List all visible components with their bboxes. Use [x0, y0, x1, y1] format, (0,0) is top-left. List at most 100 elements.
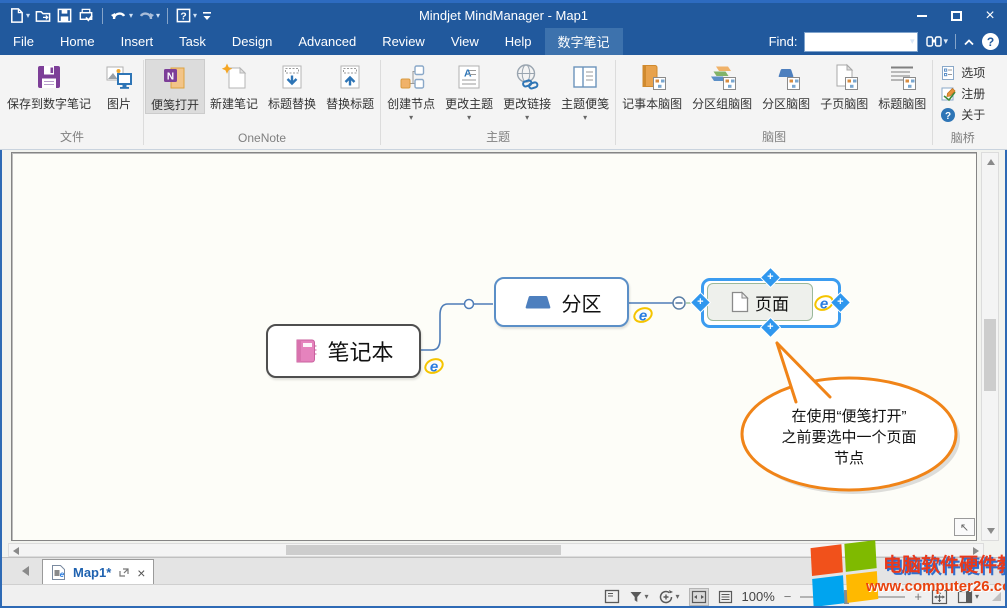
- svg-text:N: N: [167, 72, 174, 83]
- vertical-scroll-thumb[interactable]: [984, 319, 996, 391]
- question-icon: ?: [987, 35, 994, 49]
- dropdown-caret-icon: ▾: [676, 592, 680, 601]
- replace-title-button[interactable]: 替换标题: [321, 59, 379, 112]
- outline-view-button[interactable]: [718, 590, 733, 604]
- zoom-in-button[interactable]: +: [914, 589, 922, 604]
- node-page[interactable]: 页面: [707, 283, 813, 321]
- save-button[interactable]: [56, 7, 73, 24]
- node-label: 分区: [562, 288, 602, 317]
- float-window-icon[interactable]: [118, 567, 130, 578]
- callout-text[interactable]: 在使用“便笺打开” 之前要选中一个页面 节点: [749, 406, 949, 469]
- scroll-right-icon[interactable]: [973, 547, 979, 555]
- dropdown-caret-icon: ▾: [26, 11, 30, 20]
- title-replace-button[interactable]: 标题替换: [263, 59, 321, 112]
- quick-zoom-button[interactable]: ▾: [658, 589, 680, 605]
- horizontal-scroll-thumb[interactable]: [286, 545, 561, 555]
- zoom-level[interactable]: 100%: [742, 589, 775, 604]
- document-tab-map1[interactable]: e Map1* ×: [42, 559, 154, 585]
- create-node-button[interactable]: 创建节点 ▾: [382, 59, 440, 122]
- about-icon: ?: [940, 107, 956, 123]
- redo-button[interactable]: ▾: [137, 8, 160, 23]
- maximize-button[interactable]: [939, 3, 973, 28]
- notebook-icon: [293, 338, 319, 364]
- new-document-button[interactable]: ▾: [8, 7, 30, 24]
- scroll-up-icon[interactable]: [987, 159, 995, 165]
- help-button[interactable]: ? ▾: [175, 7, 197, 24]
- open-note-button[interactable]: N 便笺打开: [145, 59, 205, 114]
- undo-button[interactable]: ▾: [110, 8, 133, 23]
- button-label: 标题脑图: [878, 95, 926, 112]
- topic-note-button[interactable]: 主题便笺 ▾: [556, 59, 614, 122]
- minimize-button[interactable]: [905, 3, 939, 28]
- about-button[interactable]: ? 关于: [940, 106, 985, 123]
- window-controls: ×: [905, 3, 1007, 28]
- node-notebook[interactable]: 笔记本: [266, 324, 421, 378]
- change-link-button[interactable]: 更改链接 ▾: [498, 59, 556, 122]
- find-dropdown-caret-icon[interactable]: ▾: [907, 36, 918, 47]
- customize-qat-button[interactable]: [201, 10, 213, 22]
- tab-view[interactable]: View: [438, 28, 492, 55]
- help-circle-button[interactable]: ?: [982, 33, 999, 50]
- horizontal-scrollbar[interactable]: [8, 543, 984, 557]
- dropdown-caret-icon: ▾: [467, 113, 471, 122]
- dropdown-caret-icon: ▾: [156, 11, 160, 20]
- connector-joint: [465, 300, 474, 309]
- tab-design[interactable]: Design: [219, 28, 285, 55]
- subpage-map-button[interactable]: 子页脑图: [815, 59, 873, 112]
- button-label: 更改链接: [503, 95, 551, 112]
- node-section[interactable]: 分区: [494, 277, 629, 327]
- document-tab-bar: e Map1* ×: [0, 557, 1007, 584]
- hyperlink-ie-icon[interactable]: e: [633, 305, 653, 325]
- options-button[interactable]: 选项: [940, 64, 985, 81]
- callout-line: 节点: [749, 448, 949, 469]
- find-input[interactable]: [805, 34, 906, 50]
- zoom-slider-handle[interactable]: [844, 590, 849, 604]
- document-tab-label: Map1*: [73, 565, 111, 580]
- fit-corner-button[interactable]: ↖: [954, 518, 975, 536]
- hyperlink-ie-icon[interactable]: e: [424, 356, 444, 376]
- open-button[interactable]: [34, 7, 52, 24]
- tab-advanced[interactable]: Advanced: [285, 28, 369, 55]
- node-label: 页面: [755, 290, 789, 315]
- task-pane-toggle-button[interactable]: ▾: [957, 590, 979, 604]
- register-button[interactable]: 注册: [940, 85, 985, 102]
- note-window-icon: [570, 62, 600, 92]
- balance-map-button[interactable]: [689, 588, 709, 606]
- tab-close-icon[interactable]: ×: [137, 566, 145, 580]
- zoom-slider[interactable]: [800, 590, 905, 604]
- change-topic-button[interactable]: A 更改主题 ▾: [440, 59, 498, 122]
- print-check-button[interactable]: [77, 7, 95, 24]
- map-canvas[interactable]: 笔记本 e 分区 e 页面 e + + + + 在使用“便笺打开” 之前要选中一…: [11, 152, 977, 541]
- tab-help[interactable]: Help: [492, 28, 545, 55]
- notebook-map-button[interactable]: 记事本脑图: [617, 59, 687, 112]
- tab-insert[interactable]: Insert: [108, 28, 167, 55]
- section-group-map-button[interactable]: 分区组脑图: [687, 59, 757, 112]
- section-map-button[interactable]: 分区脑图: [757, 59, 815, 112]
- ribbon-group-topic: 创建节点 ▾ A 更改主题 ▾ 更改链接 ▾ 主题便笺 ▾: [382, 56, 614, 149]
- filter-button[interactable]: ▾: [629, 590, 649, 604]
- find-options-button[interactable]: ▾: [925, 34, 948, 49]
- tab-file[interactable]: File: [0, 28, 47, 55]
- vertical-scrollbar[interactable]: [981, 152, 999, 541]
- tab-task[interactable]: Task: [166, 28, 219, 55]
- close-button[interactable]: ×: [973, 3, 1007, 28]
- binoculars-icon: [925, 34, 943, 49]
- save-to-digital-notes-button[interactable]: 保存到数字笔记: [2, 59, 96, 112]
- zoom-out-button[interactable]: −: [784, 589, 792, 604]
- new-note-button[interactable]: 新建笔记: [205, 59, 263, 112]
- tab-scroll-left-icon[interactable]: [22, 566, 29, 576]
- options-icon: [940, 65, 956, 81]
- title-map-button[interactable]: 标题脑图: [873, 59, 931, 112]
- scroll-down-icon[interactable]: [987, 528, 995, 534]
- tab-digital-notes[interactable]: 数字笔记: [545, 28, 623, 55]
- tab-home[interactable]: Home: [47, 28, 108, 55]
- scroll-left-icon[interactable]: [13, 547, 19, 555]
- picture-button[interactable]: 图片: [96, 59, 142, 112]
- tab-review[interactable]: Review: [369, 28, 438, 55]
- resize-grip[interactable]: [992, 592, 1001, 601]
- show-notes-button[interactable]: [604, 589, 620, 604]
- fit-map-button[interactable]: [931, 589, 948, 605]
- group-separator: [380, 60, 381, 145]
- ribbon-tab-bar: File Home Insert Task Design Advanced Re…: [0, 28, 1007, 55]
- collapse-ribbon-button[interactable]: [963, 38, 975, 46]
